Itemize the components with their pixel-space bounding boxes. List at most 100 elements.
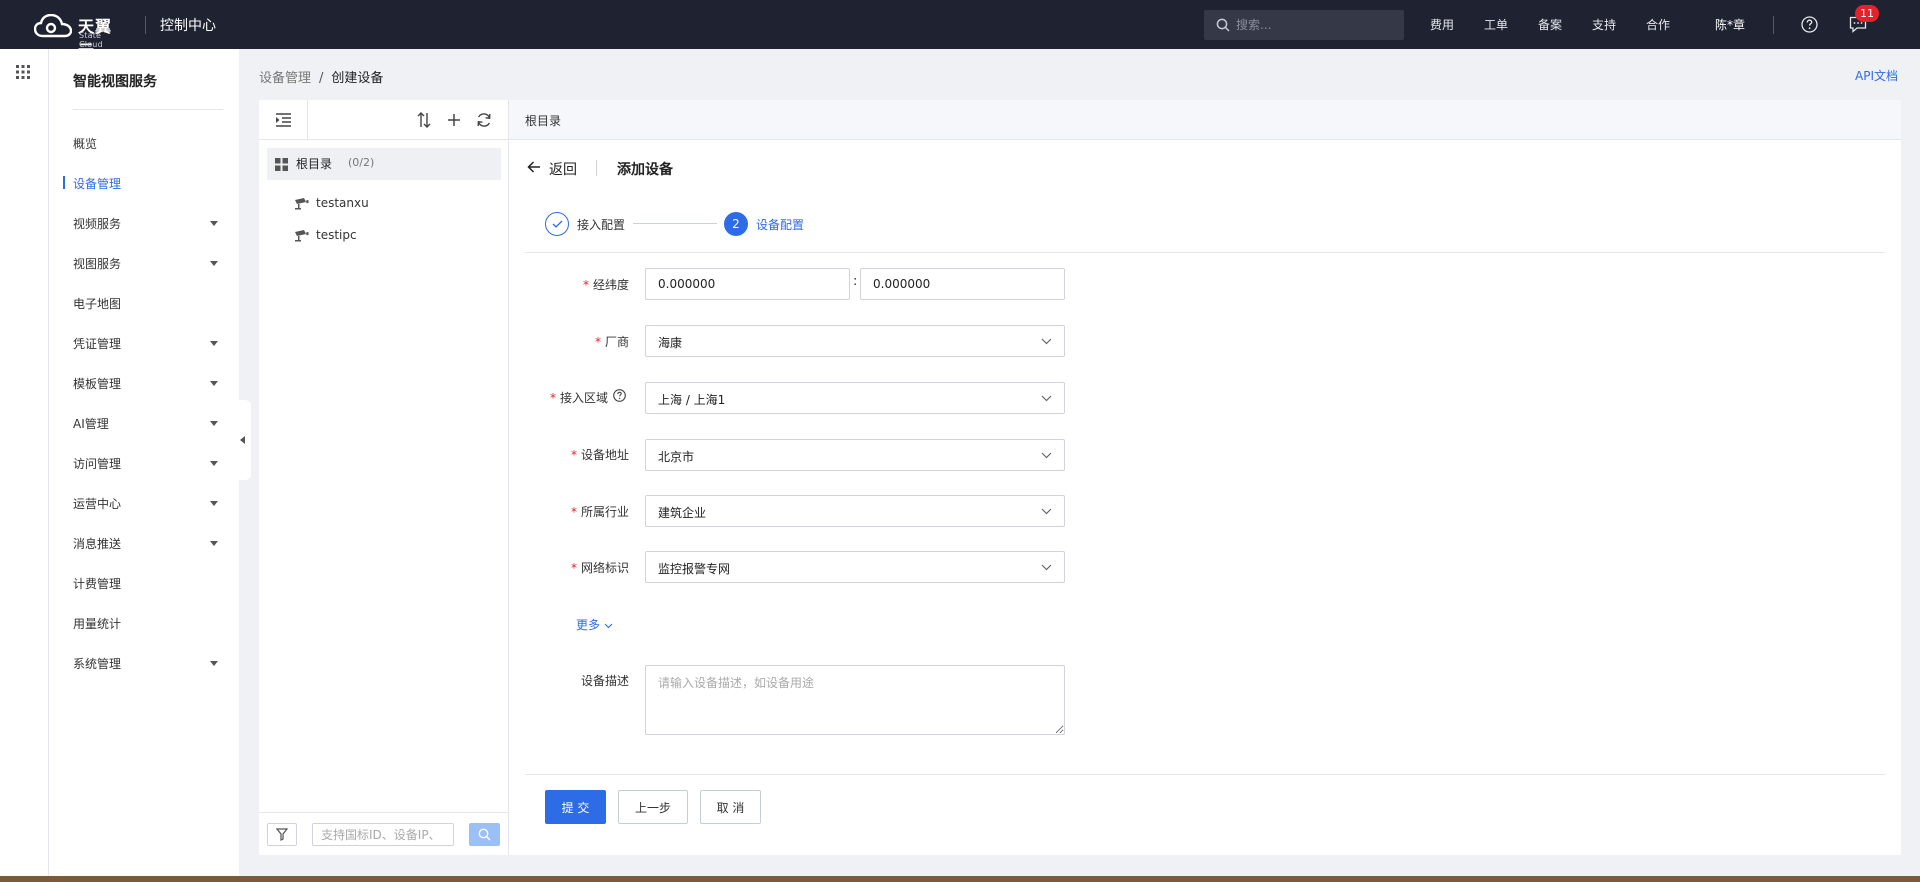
chevron-down-icon [1041, 338, 1052, 345]
previous-step-button[interactable]: 上一步 [618, 790, 688, 824]
top-bar: 天翼云 State Cloud 控制中心 费用 工单 备案 支持 合作 陈*章 … [0, 0, 1920, 60]
message-count-badge: 11 [1855, 5, 1879, 22]
search-icon [1216, 18, 1230, 32]
breadcrumb-separator: / [319, 71, 324, 86]
global-search-input[interactable] [1236, 16, 1396, 34]
cancel-button[interactable]: 取 消 [700, 790, 761, 824]
help-icon[interactable] [613, 389, 626, 402]
nav-partners[interactable]: 合作 [1646, 16, 1670, 33]
sidebar-item[interactable]: 视图服务 [49, 251, 239, 275]
required-mark: * [570, 561, 577, 575]
required-mark: * [594, 335, 601, 349]
sidebar-item-label: AI管理 [73, 417, 109, 431]
topbar-divider [1773, 16, 1774, 34]
tree-node-label: testipc [316, 228, 357, 242]
tree-device-node[interactable]: testanxu [294, 192, 494, 216]
network-select[interactable]: 监控报警专网 [645, 551, 1065, 583]
step-number: 2 [724, 212, 748, 236]
sidebar-item[interactable]: 设备管理 [49, 171, 239, 195]
sidebar-item-label: 用量统计 [73, 617, 122, 631]
tree-collapse-button[interactable] [259, 100, 308, 140]
vendor-select[interactable]: 海康 [645, 325, 1065, 357]
tree-device-node[interactable]: testipc [294, 224, 494, 248]
chevron-down-icon [1041, 395, 1052, 402]
directory-icon [275, 158, 288, 171]
api-doc-link[interactable]: API文档 [1855, 67, 1898, 84]
sidebar-item[interactable]: 电子地图 [49, 291, 239, 315]
more-label: 更多 [576, 618, 601, 632]
sidebar-item[interactable]: 用量统计 [49, 611, 239, 635]
sidebar-item[interactable]: 计费管理 [49, 571, 239, 595]
sidebar-item[interactable]: AI管理 [49, 411, 239, 435]
sidebar-item[interactable]: 凭证管理 [49, 331, 239, 355]
caret-down-icon [210, 461, 218, 466]
tianyi-cloud-logo[interactable]: 天翼云 State Cloud [34, 12, 126, 60]
caret-down-icon [210, 661, 218, 666]
address-label: * 设备地址 [570, 448, 629, 462]
search-icon [478, 828, 491, 841]
sidebar-item-label: 电子地图 [73, 297, 122, 311]
bottom-edge [0, 876, 1920, 882]
tree-search-input[interactable] [312, 823, 454, 846]
sidebar-item-label: 系统管理 [73, 657, 122, 671]
sidebar-collapse-toggle[interactable] [237, 400, 251, 480]
sidebar-item-label: 运营中心 [73, 497, 122, 511]
sidebar-item[interactable]: 系统管理 [49, 651, 239, 675]
tree-root-count: (0/2) [348, 156, 375, 169]
nav-billing[interactable]: 费用 [1430, 16, 1454, 33]
user-name[interactable]: 陈*章 [1715, 16, 1745, 33]
caret-down-icon [210, 421, 218, 426]
global-search[interactable] [1204, 10, 1404, 40]
nav-support[interactable]: 支持 [1592, 16, 1616, 33]
refresh-icon[interactable] [476, 112, 492, 128]
chevron-down-icon [1041, 508, 1052, 515]
sidebar-item[interactable]: 概览 [49, 131, 239, 155]
description-textarea[interactable] [645, 665, 1065, 735]
sidebar-item[interactable]: 消息推送 [49, 531, 239, 555]
filter-icon [276, 828, 288, 841]
sidebar-item[interactable]: 模板管理 [49, 371, 239, 395]
description-label: 设备描述 [580, 674, 629, 688]
address-select[interactable]: 北京市 [645, 439, 1065, 471]
step-done-circle [545, 212, 569, 236]
latitude-input[interactable] [860, 268, 1065, 300]
breadcrumb-parent[interactable]: 设备管理 [259, 71, 311, 86]
tree-search-button[interactable] [469, 823, 500, 846]
latlng-label: * 经纬度 [582, 278, 629, 292]
app-grid-icon[interactable] [16, 65, 30, 79]
address-select-value: 北京市 [658, 450, 695, 464]
sidebar-item-label: 视频服务 [73, 217, 122, 231]
nav-tickets[interactable]: 工单 [1484, 16, 1508, 33]
caret-down-icon [210, 501, 218, 506]
topbar-divider [145, 16, 146, 34]
sidebar-item-label: 模板管理 [73, 377, 122, 391]
help-icon[interactable] [1801, 16, 1818, 33]
more-options-toggle[interactable]: 更多 [576, 616, 613, 633]
required-mark: * [570, 448, 577, 462]
required-mark: * [570, 505, 577, 519]
tree-filter-button[interactable] [267, 823, 297, 846]
sidebar-item-label: 概览 [73, 137, 98, 151]
sidebar-item[interactable]: 访问管理 [49, 451, 239, 475]
sidebar-item-label: 访问管理 [73, 457, 122, 471]
chevron-down-icon [1041, 564, 1052, 571]
longitude-input[interactable] [645, 268, 850, 300]
sort-icon[interactable] [416, 112, 432, 128]
industry-select[interactable]: 建筑企业 [645, 495, 1065, 527]
nav-filing[interactable]: 备案 [1538, 16, 1562, 33]
step-label: 接入配置 [577, 218, 626, 232]
region-select[interactable]: 上海 / 上海1 [645, 382, 1065, 414]
industry-label: * 所属行业 [570, 505, 629, 519]
current-directory-label: 根目录 [525, 114, 562, 128]
app-switcher-rail [0, 49, 49, 882]
camera-icon [295, 198, 309, 210]
submit-button[interactable]: 提 交 [545, 790, 606, 824]
tree-toolbar [259, 100, 509, 140]
sidebar-item[interactable]: 视频服务 [49, 211, 239, 235]
add-icon[interactable] [446, 112, 462, 128]
form-panel-header: 根目录 [509, 100, 1901, 140]
tree-root-node[interactable]: 根目录 (0/2) [267, 148, 501, 180]
sidebar-item-label: 计费管理 [73, 577, 122, 591]
console-title[interactable]: 控制中心 [160, 15, 216, 35]
sidebar-item[interactable]: 运营中心 [49, 491, 239, 515]
